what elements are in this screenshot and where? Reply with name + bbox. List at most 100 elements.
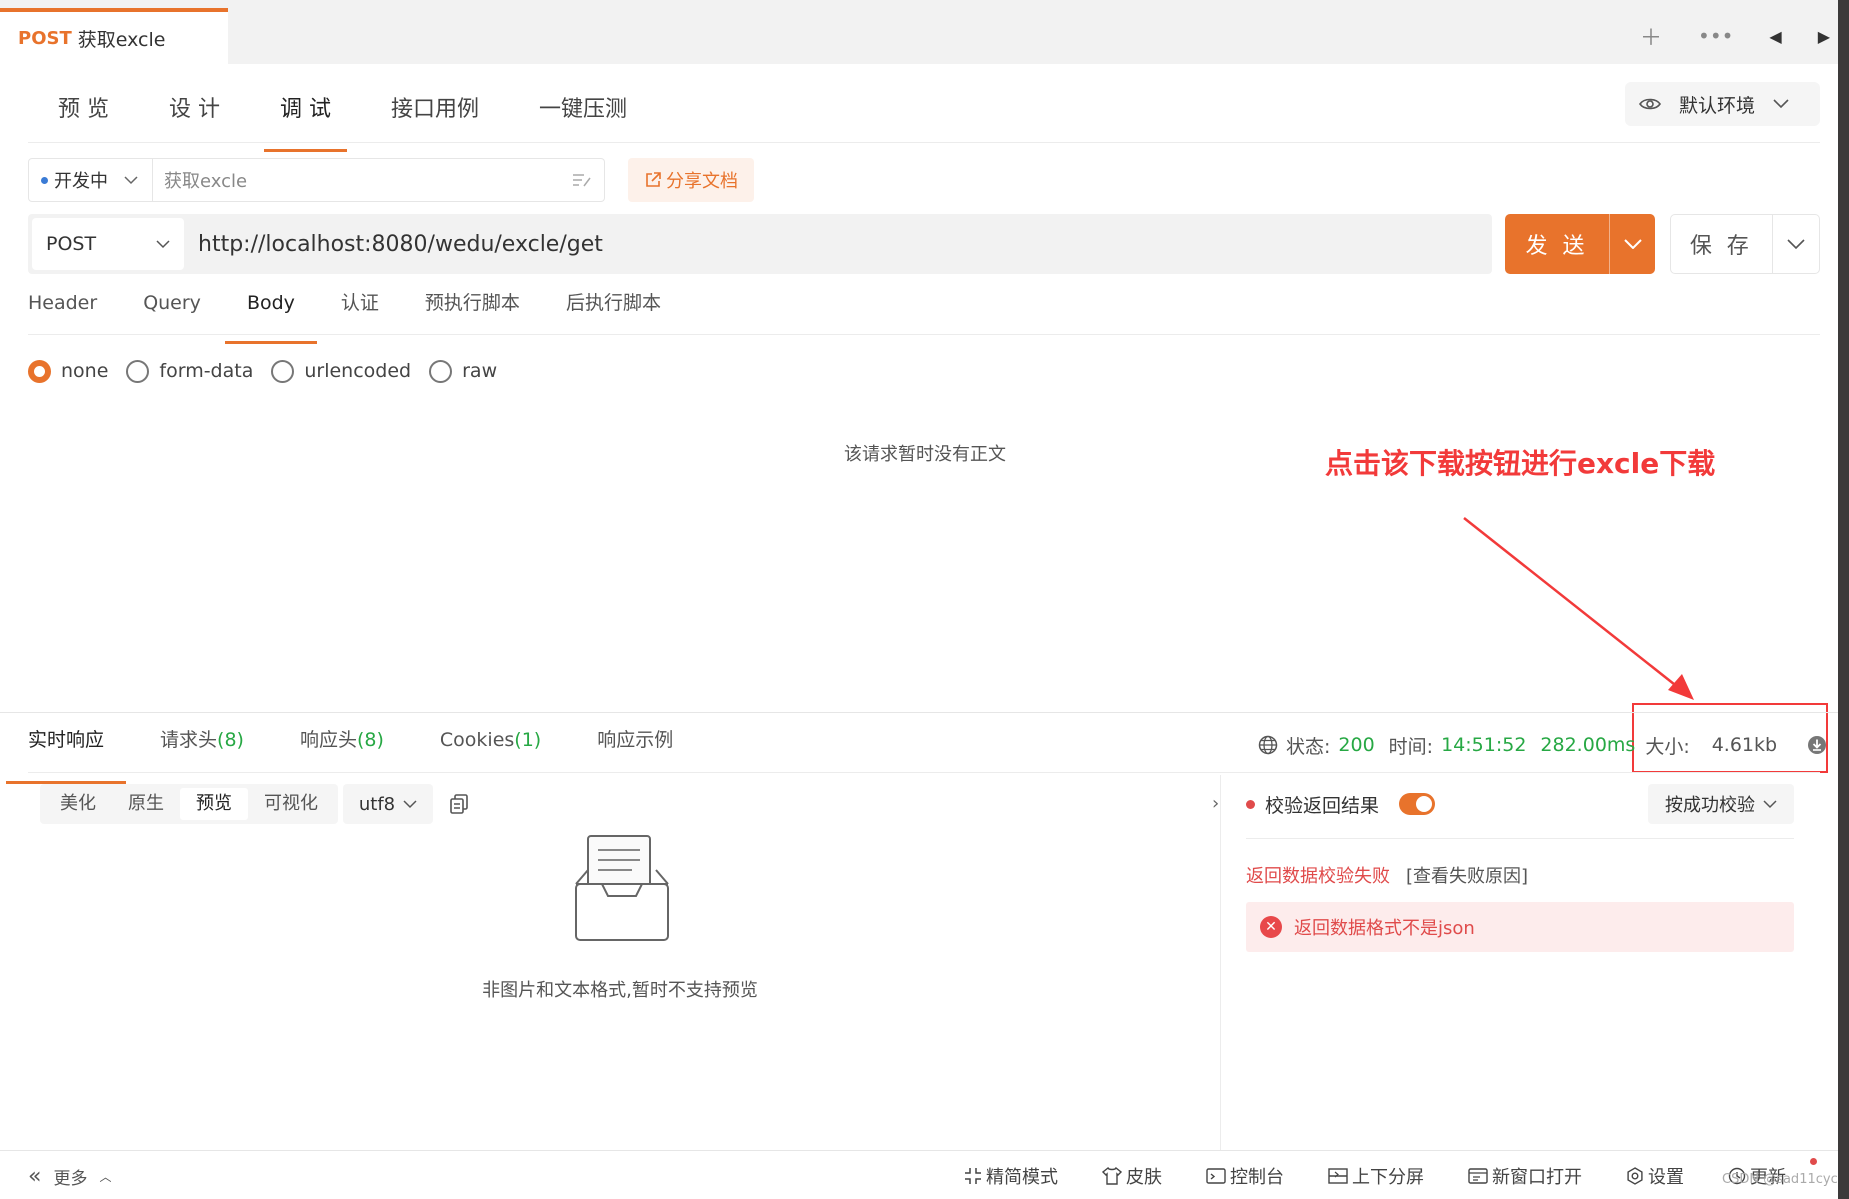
chevron-down-icon bbox=[403, 799, 417, 808]
save-label: 保 存 bbox=[1689, 234, 1753, 259]
tab-response-headers-count: (8) bbox=[356, 729, 384, 751]
tab-test-cases[interactable]: 接口用例 bbox=[361, 90, 509, 142]
radio-unchecked-icon bbox=[271, 359, 295, 383]
console-label: 控制台 bbox=[1230, 1167, 1284, 1188]
format-preview[interactable]: 预览 bbox=[180, 788, 248, 820]
radio-unchecked-icon bbox=[429, 359, 453, 383]
verify-result-row: 校验返回结果 bbox=[1246, 788, 1436, 820]
view-fail-reason-link[interactable]: [查看失败原因] bbox=[1406, 862, 1528, 888]
console-button[interactable]: 控制台 bbox=[1206, 1163, 1284, 1189]
edit-list-icon[interactable] bbox=[572, 172, 592, 188]
tab-query[interactable]: Query bbox=[143, 286, 201, 332]
compact-mode-button[interactable]: 精简模式 bbox=[964, 1163, 1058, 1189]
tab-request-headers-count: (8) bbox=[217, 729, 244, 751]
encoding-select[interactable]: utf8 bbox=[343, 784, 433, 824]
tab-cookies-count: (1) bbox=[514, 729, 542, 751]
error-message: 返回数据格式不是json bbox=[1294, 918, 1475, 939]
nav-divider bbox=[28, 142, 1820, 143]
format-beautify[interactable]: 美化 bbox=[44, 788, 112, 820]
send-button[interactable]: 发 送 bbox=[1505, 214, 1655, 274]
skin-button[interactable]: 皮肤 bbox=[1102, 1163, 1162, 1189]
tab-response-example[interactable]: 响应示例 bbox=[597, 722, 673, 772]
more-dots-icon[interactable]: ••• bbox=[1698, 24, 1733, 48]
tab-response-headers-label: 响应头 bbox=[299, 729, 357, 751]
radio-urlencoded-label: urlencoded bbox=[304, 360, 412, 382]
new-window-button[interactable]: 新窗口打开 bbox=[1468, 1163, 1582, 1189]
skin-label: 皮肤 bbox=[1126, 1167, 1162, 1188]
radio-none-label: none bbox=[61, 360, 109, 382]
radio-form-data[interactable]: form-data bbox=[126, 359, 253, 383]
chevron-down-icon bbox=[156, 239, 170, 248]
verify-mode-select[interactable]: 按成功校验 bbox=[1648, 784, 1794, 824]
tab-header[interactable]: Header bbox=[28, 286, 97, 332]
tab-design[interactable]: 设 计 bbox=[139, 90, 250, 142]
request-tabs-divider bbox=[28, 334, 1820, 335]
plus-icon[interactable]: ＋ bbox=[1640, 20, 1662, 52]
method-select[interactable]: POST bbox=[32, 218, 184, 270]
tab-preview[interactable]: 预 览 bbox=[28, 90, 139, 142]
doc-tab[interactable]: POST 获取excle bbox=[0, 8, 228, 64]
prev-arrow-icon[interactable]: ◀ bbox=[1769, 27, 1781, 46]
response-meta: 状态: 200 时间: 14:51:52 282.00ms 大小: 4.61kb bbox=[1258, 728, 1827, 762]
chevron-down-icon bbox=[124, 175, 138, 184]
doc-tab-method: POST bbox=[18, 27, 72, 49]
api-name-input[interactable]: 获取excle bbox=[152, 158, 605, 202]
tab-response-headers[interactable]: 响应头(8) bbox=[300, 722, 384, 772]
tab-auth[interactable]: 认证 bbox=[341, 286, 379, 332]
radio-none[interactable]: none bbox=[28, 359, 109, 383]
save-button[interactable]: 保 存 bbox=[1670, 214, 1820, 274]
error-circle-icon: ✕ bbox=[1260, 916, 1282, 938]
radio-raw[interactable]: raw bbox=[429, 359, 498, 383]
copy-icon[interactable] bbox=[448, 792, 472, 816]
environment-select[interactable]: 默认环境 bbox=[1625, 82, 1820, 126]
status-dot-icon bbox=[41, 176, 48, 184]
chevron-right-icon[interactable]: › bbox=[1212, 793, 1219, 814]
save-options-dropdown[interactable] bbox=[1771, 215, 1819, 273]
next-arrow-icon[interactable]: ▶ bbox=[1818, 27, 1830, 46]
chevron-down-icon bbox=[1623, 239, 1642, 249]
status-label: 开发中 bbox=[54, 171, 108, 192]
double-chevron-left-icon: « bbox=[28, 1163, 42, 1189]
duration-value: 282.00ms bbox=[1540, 734, 1636, 756]
split-divider[interactable] bbox=[1220, 775, 1221, 1151]
status-label: 状态: bbox=[1286, 735, 1331, 758]
format-raw[interactable]: 原生 bbox=[112, 788, 180, 820]
format-visualize[interactable]: 可视化 bbox=[248, 788, 334, 820]
tab-debug[interactable]: 调 试 bbox=[250, 90, 361, 152]
status-select[interactable]: 开发中 bbox=[28, 158, 153, 202]
watermark: CSDN @sad11cyc bbox=[1722, 1172, 1838, 1187]
empty-inbox-icon bbox=[575, 835, 669, 941]
settings-button[interactable]: 设置 bbox=[1626, 1163, 1684, 1189]
verify-mode-label: 按成功校验 bbox=[1665, 795, 1755, 816]
tab-pre-script[interactable]: 预执行脚本 bbox=[425, 286, 520, 332]
new-window-label: 新窗口打开 bbox=[1492, 1167, 1582, 1188]
radio-checked-icon bbox=[28, 359, 51, 383]
size-label: 大小: bbox=[1645, 735, 1690, 758]
share-doc-button[interactable]: 分享文档 bbox=[628, 158, 754, 202]
chevron-down-icon bbox=[1787, 239, 1805, 249]
tab-cookies-label: Cookies bbox=[439, 729, 515, 751]
send-options-dropdown[interactable] bbox=[1609, 214, 1655, 274]
response-divider-top bbox=[0, 712, 1849, 713]
radio-raw-label: raw bbox=[462, 360, 498, 382]
tab-request-headers-label: 请求头 bbox=[160, 729, 218, 751]
nav-tabs: 预 览 设 计 调 试 接口用例 一键压测 bbox=[28, 90, 657, 152]
tab-cookies[interactable]: Cookies(1) bbox=[440, 722, 541, 772]
split-screen-button[interactable]: 上下分屏 bbox=[1328, 1163, 1424, 1189]
download-icon[interactable] bbox=[1807, 735, 1827, 755]
send-label: 发 送 bbox=[1525, 234, 1589, 259]
settings-label: 设置 bbox=[1648, 1167, 1684, 1188]
tab-post-script[interactable]: 后执行脚本 bbox=[566, 286, 661, 332]
radio-urlencoded[interactable]: urlencoded bbox=[271, 359, 412, 383]
verify-toggle[interactable] bbox=[1399, 793, 1436, 815]
url-input[interactable]: http://localhost:8080/wedu/excle/get bbox=[198, 232, 603, 257]
tab-request-headers[interactable]: 请求头(8) bbox=[160, 722, 244, 772]
tab-live-response[interactable]: 实时响应 bbox=[5, 722, 127, 784]
footer-toolbar: 精简模式 皮肤 控制台 上下分屏 新窗口打开 设置 更新 bbox=[964, 1162, 1786, 1190]
tab-body[interactable]: Body bbox=[224, 286, 317, 344]
tab-stress-test[interactable]: 一键压测 bbox=[509, 90, 657, 142]
footer-more[interactable]: « 更多 ︿ bbox=[28, 1162, 111, 1190]
external-link-icon bbox=[646, 172, 661, 187]
response-tabs-divider bbox=[28, 772, 1820, 773]
verify-fail-row: 返回数据校验失败 [查看失败原因] bbox=[1246, 862, 1528, 888]
